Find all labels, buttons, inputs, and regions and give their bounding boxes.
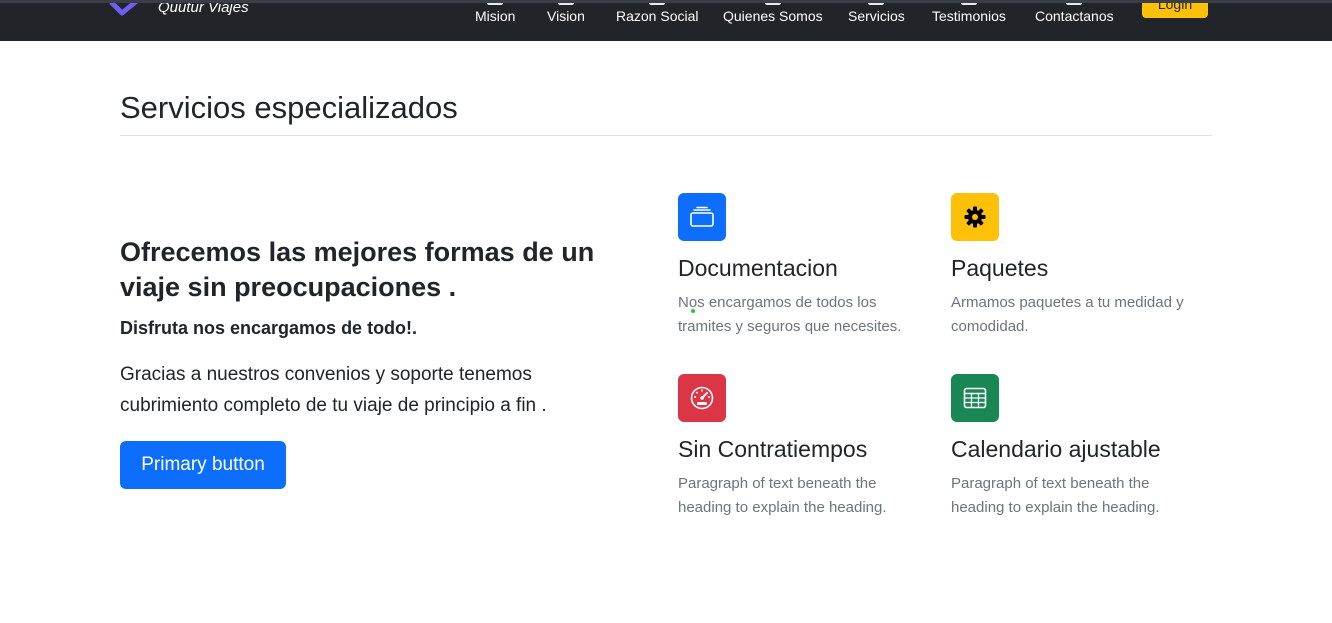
nav-link-servicios[interactable]: Servicios — [848, 3, 905, 24]
primary-button[interactable]: Primary button — [120, 441, 286, 489]
nav-link-vision[interactable]: Vision — [547, 3, 585, 24]
nav-link-contactanos[interactable]: Contactanos — [1035, 3, 1114, 24]
contactanos-icon — [1066, 3, 1083, 5]
feature-title: Sin Contratiempos — [678, 436, 868, 462]
servicios-icon — [868, 3, 885, 5]
nav-link-testimonios[interactable]: Testimonios — [932, 3, 1006, 24]
cursor-dot — [691, 309, 695, 313]
hero-heading: Ofrecemos las mejores formas de un viaje… — [120, 237, 595, 302]
table-icon — [951, 374, 999, 422]
nav-link-label: Contactanos — [1035, 8, 1114, 24]
feature-description: Armamos paquetes a tu medidad y comodida… — [951, 294, 1184, 335]
gear-icon — [951, 193, 999, 241]
brand[interactable]: Quutur Viajes — [108, 3, 249, 19]
section-divider — [120, 135, 1212, 136]
nav-link-label: Servicios — [848, 8, 905, 24]
nav-link-razon-social[interactable]: Razon Social — [616, 3, 699, 24]
speedometer-icon — [678, 374, 726, 422]
quienes-somos-icon — [764, 3, 781, 5]
brand-name: Quutur Viajes — [158, 0, 249, 16]
section-title: Servicios especializados — [120, 90, 458, 125]
feature-title: Calendario ajustable — [951, 436, 1161, 462]
nav-link-quienes-somos[interactable]: Quienes Somos — [723, 3, 823, 24]
brand-logo-icon — [109, 3, 139, 16]
feature-title: Documentacion — [678, 255, 838, 281]
nav-link-mision[interactable]: Mision — [475, 3, 516, 24]
hero-text: Gracias a nuestros convenios y soporte t… — [120, 364, 547, 416]
razon-social-icon — [649, 3, 666, 5]
feature-paquetes: Paquetes Armamos paquetes a tu medidad y… — [951, 193, 1201, 339]
feature-description: Paragraph of text beneath the heading to… — [951, 475, 1160, 516]
feature-calendario-ajustable: Calendario ajustable Paragraph of text b… — [951, 374, 1201, 520]
feature-description: Nos encargamos de todos los tramites y s… — [678, 294, 902, 335]
vision-icon — [557, 3, 574, 5]
nav-link-label: Quienes Somos — [723, 8, 823, 24]
nav-link-label: Mision — [475, 8, 516, 24]
collection-icon — [678, 193, 726, 241]
feature-description: Paragraph of text beneath the heading to… — [678, 475, 887, 516]
nav-link-label: Razon Social — [616, 8, 699, 24]
login-button[interactable]: Login — [1142, 3, 1208, 18]
feature-sin-contratiempos: Sin Contratiempos Paragraph of text bene… — [678, 374, 928, 520]
nav-link-label: Vision — [547, 8, 585, 24]
hero-subheading: Disfruta nos encargamos de todo!. — [120, 318, 418, 338]
nav-link-label: Testimonios — [932, 8, 1006, 24]
navbar: Quutur Viajes Mision Vision Razon Social… — [0, 0, 1332, 41]
feature-title: Paquetes — [951, 255, 1049, 281]
feature-documentacion: Documentacion Nos encargamos de todos lo… — [678, 193, 928, 339]
mision-icon — [487, 3, 504, 5]
testimonios-icon — [960, 3, 977, 5]
